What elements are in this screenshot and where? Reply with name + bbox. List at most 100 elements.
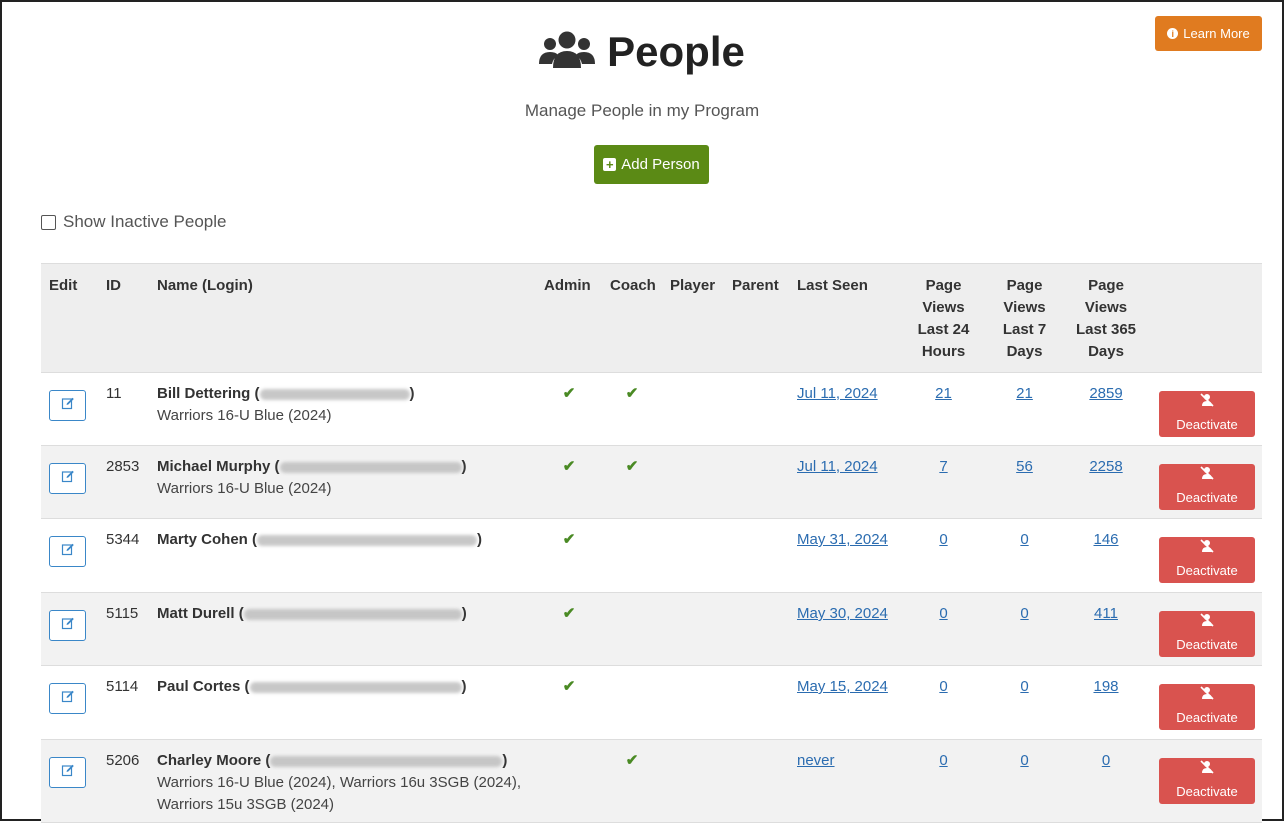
- edit-button[interactable]: [49, 683, 86, 714]
- pv24-cell: 7: [902, 445, 985, 519]
- admin-check-icon: ✔: [562, 678, 576, 695]
- table-row: 5115 Matt Durell () ✔ May 30, 2024 0 0 411 Deac…: [41, 592, 1262, 666]
- header-line: Days: [1088, 343, 1124, 360]
- show-inactive-toggle[interactable]: Show Inactive People: [41, 212, 227, 232]
- deactivate-button[interactable]: Deactivate: [1159, 391, 1255, 437]
- parent-cell: [724, 518, 789, 593]
- login-open-paren: (: [238, 605, 244, 622]
- pv24-cell: 0: [902, 739, 985, 823]
- deactivate-button[interactable]: Deactivate: [1159, 684, 1255, 730]
- last-seen-cell: Jul 11, 2024: [789, 372, 902, 446]
- pv24-cell: 21: [902, 372, 985, 446]
- page-views-365d-link[interactable]: 2859: [1089, 385, 1122, 402]
- plus-square-icon: +: [603, 158, 617, 171]
- redacted-login: [243, 608, 462, 620]
- last-seen-link[interactable]: May 15, 2024: [797, 678, 888, 695]
- table-header-row: Edit ID Name (Login) Admin Coach Player …: [41, 263, 1262, 373]
- user-slash-icon: [1199, 612, 1215, 634]
- col-edit: Edit: [41, 263, 98, 373]
- page-views-24h-link[interactable]: 0: [939, 678, 947, 695]
- table-row: 5206 Charley Moore () Warriors 16-U Blue (…: [41, 739, 1262, 823]
- col-coach: Coach: [602, 263, 662, 373]
- last-seen-link[interactable]: May 30, 2024: [797, 605, 888, 622]
- person-name: Paul Cortes: [157, 678, 241, 695]
- edit-icon: [61, 688, 75, 710]
- last-seen-cell: May 15, 2024: [789, 665, 902, 740]
- person-id: 2853: [98, 445, 149, 519]
- pv24-cell: 0: [902, 665, 985, 740]
- deactivate-label: Deactivate: [1176, 490, 1238, 505]
- player-cell: [662, 518, 724, 593]
- page-views-365d-link[interactable]: 198: [1093, 678, 1118, 695]
- edit-icon: [61, 615, 75, 637]
- edit-button[interactable]: [49, 610, 86, 641]
- page-views-24h-link[interactable]: 0: [939, 605, 947, 622]
- last-seen-link[interactable]: May 31, 2024: [797, 531, 888, 548]
- name-cell: Michael Murphy () Warriors 16-U Blue (202…: [149, 445, 536, 519]
- admin-cell: ✔: [536, 445, 602, 519]
- admin-cell: ✔: [536, 518, 602, 593]
- page-views-7d-link[interactable]: 0: [1020, 531, 1028, 548]
- show-inactive-checkbox[interactable]: [41, 214, 56, 230]
- parent-cell: [724, 739, 789, 823]
- login-close-paren: ): [461, 678, 467, 695]
- table-row: 5344 Marty Cohen () ✔ May 31, 2024 0 0 146 Deac…: [41, 518, 1262, 593]
- deactivate-button[interactable]: Deactivate: [1159, 758, 1255, 804]
- coach-cell: [602, 592, 662, 666]
- header-line: Days: [1006, 343, 1043, 360]
- edit-button[interactable]: [49, 463, 86, 494]
- admin-check-icon: ✔: [562, 531, 576, 548]
- person-name: Bill Dettering: [157, 385, 251, 402]
- team-line: Warriors 16-U Blue (2024), Warriors 16u …: [157, 774, 522, 791]
- page-views-7d-link[interactable]: 56: [1016, 458, 1033, 475]
- page-views-24h-link[interactable]: 0: [939, 752, 947, 769]
- page-views-24h-link[interactable]: 7: [939, 458, 947, 475]
- pv365-cell: 146: [1064, 518, 1148, 593]
- last-seen-cell: May 30, 2024: [789, 592, 902, 666]
- person-id: 5114: [98, 665, 149, 740]
- deactivate-button[interactable]: Deactivate: [1159, 611, 1255, 657]
- edit-icon: [61, 468, 75, 490]
- pv24-cell: 0: [902, 518, 985, 593]
- page-views-365d-link[interactable]: 146: [1093, 531, 1118, 548]
- header-line: Hours: [921, 343, 966, 360]
- admin-cell: ✔: [536, 592, 602, 666]
- page-views-7d-link[interactable]: 0: [1020, 752, 1028, 769]
- deactivate-label: Deactivate: [1176, 417, 1238, 432]
- add-person-button[interactable]: + Add Person: [594, 145, 709, 184]
- edit-button[interactable]: [49, 536, 86, 567]
- edit-cell: [41, 372, 98, 446]
- name-cell: Matt Durell (): [149, 592, 536, 666]
- col-player: Player: [662, 263, 724, 373]
- page-views-24h-link[interactable]: 21: [935, 385, 952, 402]
- page-views-7d-link[interactable]: 21: [1016, 385, 1033, 402]
- edit-cell: [41, 739, 98, 823]
- deactivate-button[interactable]: Deactivate: [1159, 464, 1255, 510]
- edit-button[interactable]: [49, 390, 86, 421]
- coach-check-icon: ✔: [625, 385, 639, 402]
- edit-button[interactable]: [49, 757, 86, 788]
- deactivate-button[interactable]: Deactivate: [1159, 537, 1255, 583]
- name-cell: Paul Cortes (): [149, 665, 536, 740]
- actions-cell: Deactivate: [1148, 665, 1262, 740]
- last-seen-cell: never: [789, 739, 902, 823]
- deactivate-label: Deactivate: [1176, 784, 1238, 799]
- last-seen-link[interactable]: never: [797, 752, 835, 769]
- page-views-7d-link[interactable]: 0: [1020, 605, 1028, 622]
- page-views-365d-link[interactable]: 0: [1102, 752, 1110, 769]
- table-row: 2853 Michael Murphy () Warriors 16-U Blue …: [41, 445, 1262, 519]
- users-icon: [539, 30, 596, 75]
- coach-cell: [602, 518, 662, 593]
- page-views-365d-link[interactable]: 2258: [1089, 458, 1122, 475]
- page-views-365d-link[interactable]: 411: [1094, 605, 1118, 622]
- last-seen-link[interactable]: Jul 11, 2024: [797, 458, 878, 475]
- col-parent: Parent: [724, 263, 789, 373]
- coach-check-icon: ✔: [625, 752, 639, 769]
- login-open-paren: (: [254, 385, 260, 402]
- player-cell: [662, 592, 724, 666]
- page-views-7d-link[interactable]: 0: [1020, 678, 1028, 695]
- header-line: Page: [925, 277, 962, 294]
- last-seen-link[interactable]: Jul 11, 2024: [797, 385, 878, 402]
- page-views-24h-link[interactable]: 0: [939, 531, 947, 548]
- person-name: Matt Durell: [157, 605, 235, 622]
